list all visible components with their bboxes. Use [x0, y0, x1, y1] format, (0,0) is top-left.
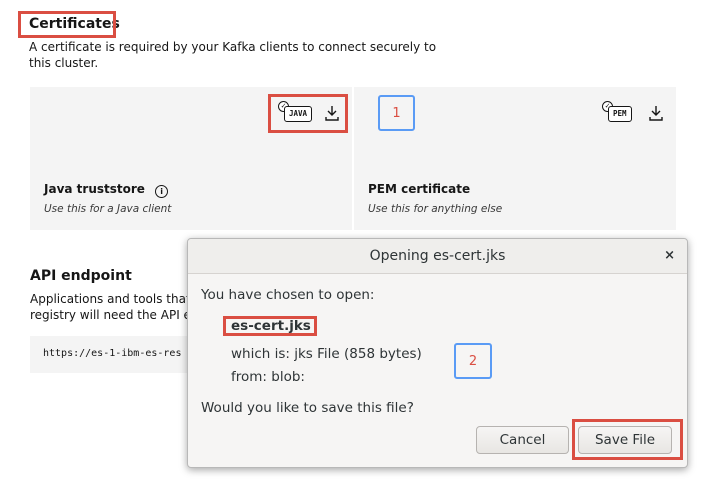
file-open-dialog: Opening es-cert.jks × You have chosen to…: [187, 238, 688, 468]
pem-badge: PEM: [608, 106, 632, 122]
close-icon[interactable]: ×: [664, 248, 675, 263]
api-url: https://es-1-ibm-es-res: [43, 348, 182, 359]
api-endpoint-description: Applications and tools that u registry w…: [30, 291, 190, 323]
pem-certificate-title: PEM certificate: [368, 182, 471, 196]
cancel-button[interactable]: Cancel: [476, 426, 569, 454]
dialog-header: Opening es-cert.jks ×: [188, 239, 687, 274]
highlight-box-java-download: [268, 94, 348, 133]
download-icon[interactable]: [649, 105, 663, 121]
save-question: Would you like to save this file?: [201, 400, 414, 416]
pem-certificate-subtitle: Use this for anything else: [368, 203, 503, 215]
highlight-box-certificates: [18, 11, 116, 38]
api-description-line: registry will need the API er: [30, 308, 190, 322]
annotation-marker-2: 2: [454, 343, 492, 379]
annotation-marker-1: 1: [378, 95, 415, 131]
info-icon[interactable]: i: [155, 185, 169, 198]
dialog-title: Opening es-cert.jks: [369, 248, 506, 264]
chosen-label: You have chosen to open:: [201, 287, 375, 303]
java-truststore-label: Java truststore: [44, 182, 145, 196]
file-type-info: which is: jks File (858 bytes): [231, 346, 422, 362]
highlight-box-filename: [223, 316, 317, 336]
certificates-description: A certificate is required by your Kafka …: [29, 40, 437, 70]
java-truststore-subtitle: Use this for a Java client: [44, 203, 172, 215]
api-url-box[interactable]: https://es-1-ibm-es-res: [30, 336, 190, 373]
highlight-box-save-file: [572, 419, 683, 460]
file-source: from: blob:: [231, 369, 305, 385]
api-description-line: Applications and tools that u: [30, 292, 190, 306]
api-endpoint-heading: API endpoint: [30, 268, 132, 284]
java-truststore-title: Java truststore i: [44, 182, 169, 198]
